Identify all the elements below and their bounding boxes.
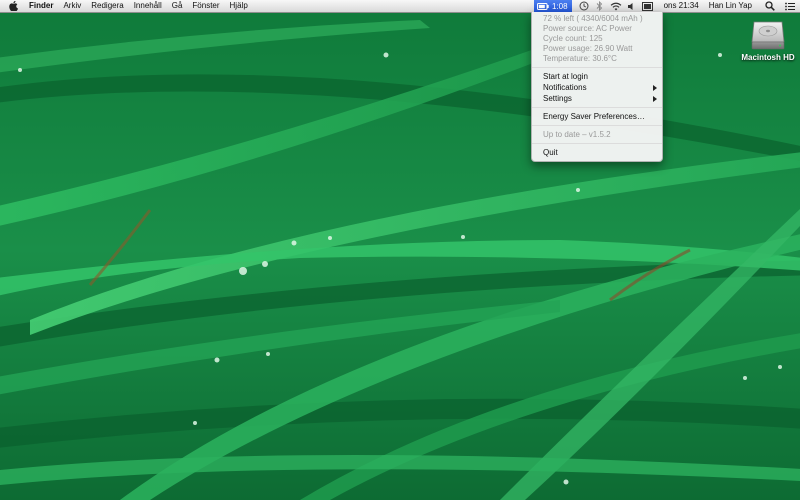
battery-percent-info: 72 % left ( 4340/6004 mAh )	[543, 14, 643, 23]
wifi-icon[interactable]	[608, 0, 624, 12]
volume-icon[interactable]	[624, 0, 640, 12]
time-machine-icon[interactable]	[576, 0, 592, 12]
battery-time-label: 1:08	[551, 1, 568, 11]
hard-drive-icon	[751, 21, 785, 50]
menu-redigera[interactable]: Redigera	[86, 0, 128, 12]
battery-icon	[536, 2, 549, 10]
energy-saver-preferences-item[interactable]: Energy Saver Preferences…	[532, 111, 662, 122]
menu-separator	[532, 107, 662, 108]
power-usage-info: Power usage: 26.90 Watt	[543, 44, 633, 53]
display-icon[interactable]	[640, 0, 656, 12]
desktop-screen: Finder Arkiv Redigera Innehåll Gå Fönste…	[0, 0, 800, 500]
menu-arkiv[interactable]: Arkiv	[58, 0, 86, 12]
settings-item[interactable]: Settings	[532, 93, 662, 104]
menu-separator	[532, 143, 662, 144]
desktop-wallpaper	[0, 0, 800, 500]
menu-app-finder[interactable]: Finder	[24, 0, 58, 12]
submenu-arrow-icon	[653, 85, 657, 91]
menu-ga[interactable]: Gå	[167, 0, 188, 12]
menu-innehall[interactable]: Innehåll	[129, 0, 167, 12]
spotlight-search-icon[interactable]	[760, 0, 780, 12]
notification-center-icon[interactable]	[780, 0, 800, 12]
menu-hjalp[interactable]: Hjälp	[225, 0, 253, 12]
apple-menu-icon[interactable]	[0, 0, 24, 12]
menu-separator	[532, 67, 662, 68]
battery-dropdown-menu: 72 % left ( 4340/6004 mAh ) Power source…	[531, 12, 663, 162]
menu-bar: Finder Arkiv Redigera Innehåll Gå Fönste…	[0, 0, 800, 13]
update-status-item: Up to date – v1.5.2	[543, 130, 611, 139]
menubar-clock[interactable]: ons 21:34	[656, 0, 705, 12]
fast-user-switch-name[interactable]: Han Lin Yap	[705, 0, 760, 12]
notifications-label: Notifications	[543, 83, 587, 92]
battery-status-menu[interactable]: 1:08	[533, 0, 572, 12]
temperature-info: Temperature: 30.6°C	[543, 54, 617, 63]
macintosh-hd-desktop-icon[interactable]: Macintosh HD	[738, 18, 798, 62]
cycle-count-info: Cycle count: 125	[543, 34, 603, 43]
quit-item[interactable]: Quit	[532, 147, 662, 158]
start-at-login-item[interactable]: Start at login	[532, 71, 662, 82]
menu-separator	[532, 125, 662, 126]
notifications-item[interactable]: Notifications	[532, 82, 662, 93]
power-source-info: Power source: AC Power	[543, 24, 632, 33]
submenu-arrow-icon	[653, 96, 657, 102]
macintosh-hd-label: Macintosh HD	[741, 53, 795, 62]
menu-fonster[interactable]: Fönster	[187, 0, 224, 12]
settings-label: Settings	[543, 94, 572, 103]
bluetooth-icon[interactable]	[592, 0, 608, 12]
